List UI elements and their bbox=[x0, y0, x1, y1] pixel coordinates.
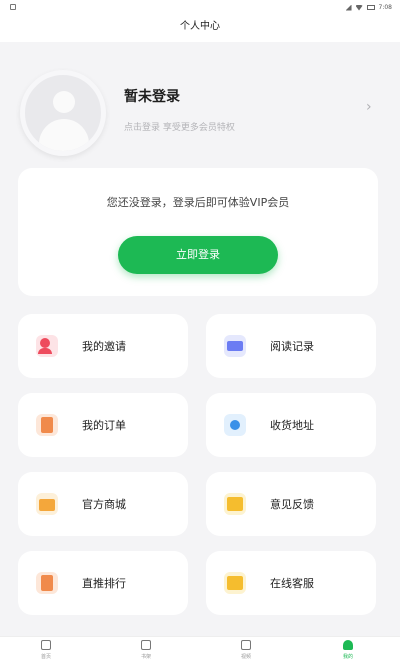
address-icon bbox=[224, 414, 246, 436]
signal-icon bbox=[345, 4, 352, 11]
chevron-right-icon[interactable]: › bbox=[366, 100, 376, 114]
order-icon bbox=[36, 414, 58, 436]
menu-item-label: 我的订单 bbox=[82, 419, 126, 432]
video-icon bbox=[241, 640, 251, 650]
login-hint: 点击登录 享受更多会员特权 bbox=[124, 123, 235, 133]
menu-item-label: 阅读记录 bbox=[270, 340, 314, 353]
menu-item-ranking[interactable]: 直推排行 bbox=[18, 551, 188, 615]
menu-item-label: 直推排行 bbox=[82, 577, 126, 590]
tab-label: 首页 bbox=[40, 654, 51, 660]
home-icon bbox=[41, 640, 51, 650]
avatar-head-shape bbox=[53, 91, 75, 113]
menu-item-feedback[interactable]: 意见反馈 bbox=[206, 472, 376, 536]
tab-profile[interactable]: 我的 bbox=[318, 640, 378, 666]
tab-video[interactable]: 视频 bbox=[216, 640, 276, 666]
menu-item-customer-service[interactable]: 在线客服 bbox=[206, 551, 376, 615]
vip-card: 您还没登录，登录后即可体验VIP会员 立即登录 bbox=[18, 168, 378, 296]
mall-icon bbox=[36, 493, 58, 515]
avatar-body-shape bbox=[39, 119, 89, 151]
vip-message: 您还没登录，登录后即可体验VIP会员 bbox=[106, 196, 290, 209]
menu-item-label: 官方商城 bbox=[82, 498, 126, 511]
battery-icon bbox=[366, 5, 375, 10]
avatar[interactable] bbox=[20, 70, 106, 156]
menu-item-mall[interactable]: 官方商城 bbox=[18, 472, 188, 536]
page-title: 个人中心 bbox=[0, 16, 400, 42]
menu-item-label: 我的邀请 bbox=[82, 340, 126, 353]
bottom-tab-bar: 首页 书架 视频 我的 bbox=[0, 636, 400, 666]
tab-bookshelf[interactable]: 书架 bbox=[116, 640, 176, 666]
menu-item-label: 收货地址 bbox=[270, 419, 314, 432]
profile-icon bbox=[343, 640, 353, 650]
bookshelf-icon bbox=[141, 640, 151, 650]
wifi-icon bbox=[355, 4, 363, 11]
menu-item-orders[interactable]: 我的订单 bbox=[18, 393, 188, 457]
tab-label: 书架 bbox=[140, 654, 151, 660]
tab-label: 视频 bbox=[240, 654, 251, 660]
ranking-icon bbox=[36, 572, 58, 594]
tab-home[interactable]: 首页 bbox=[16, 640, 76, 666]
feedback-icon bbox=[224, 493, 246, 515]
status-indicators: 7:08 bbox=[345, 4, 392, 11]
menu-item-label: 意见反馈 bbox=[270, 498, 314, 511]
menu-item-invite[interactable]: 我的邀请 bbox=[18, 314, 188, 378]
login-button[interactable]: 立即登录 bbox=[118, 236, 278, 274]
menu-item-label: 在线客服 bbox=[270, 577, 314, 590]
menu-item-reading-history[interactable]: 阅读记录 bbox=[206, 314, 376, 378]
tab-label: 我的 bbox=[342, 654, 353, 660]
notification-icon bbox=[10, 4, 16, 10]
invite-icon bbox=[36, 335, 58, 357]
profile-header[interactable]: 暂未登录 点击登录 享受更多会员特权 › bbox=[0, 42, 400, 162]
menu-item-address[interactable]: 收货地址 bbox=[206, 393, 376, 457]
status-time: 7:08 bbox=[378, 4, 392, 11]
customer-service-icon bbox=[224, 572, 246, 594]
status-bar: 7:08 bbox=[0, 0, 400, 16]
user-name[interactable]: 暂未登录 bbox=[124, 86, 180, 106]
reading-history-icon bbox=[224, 335, 246, 357]
